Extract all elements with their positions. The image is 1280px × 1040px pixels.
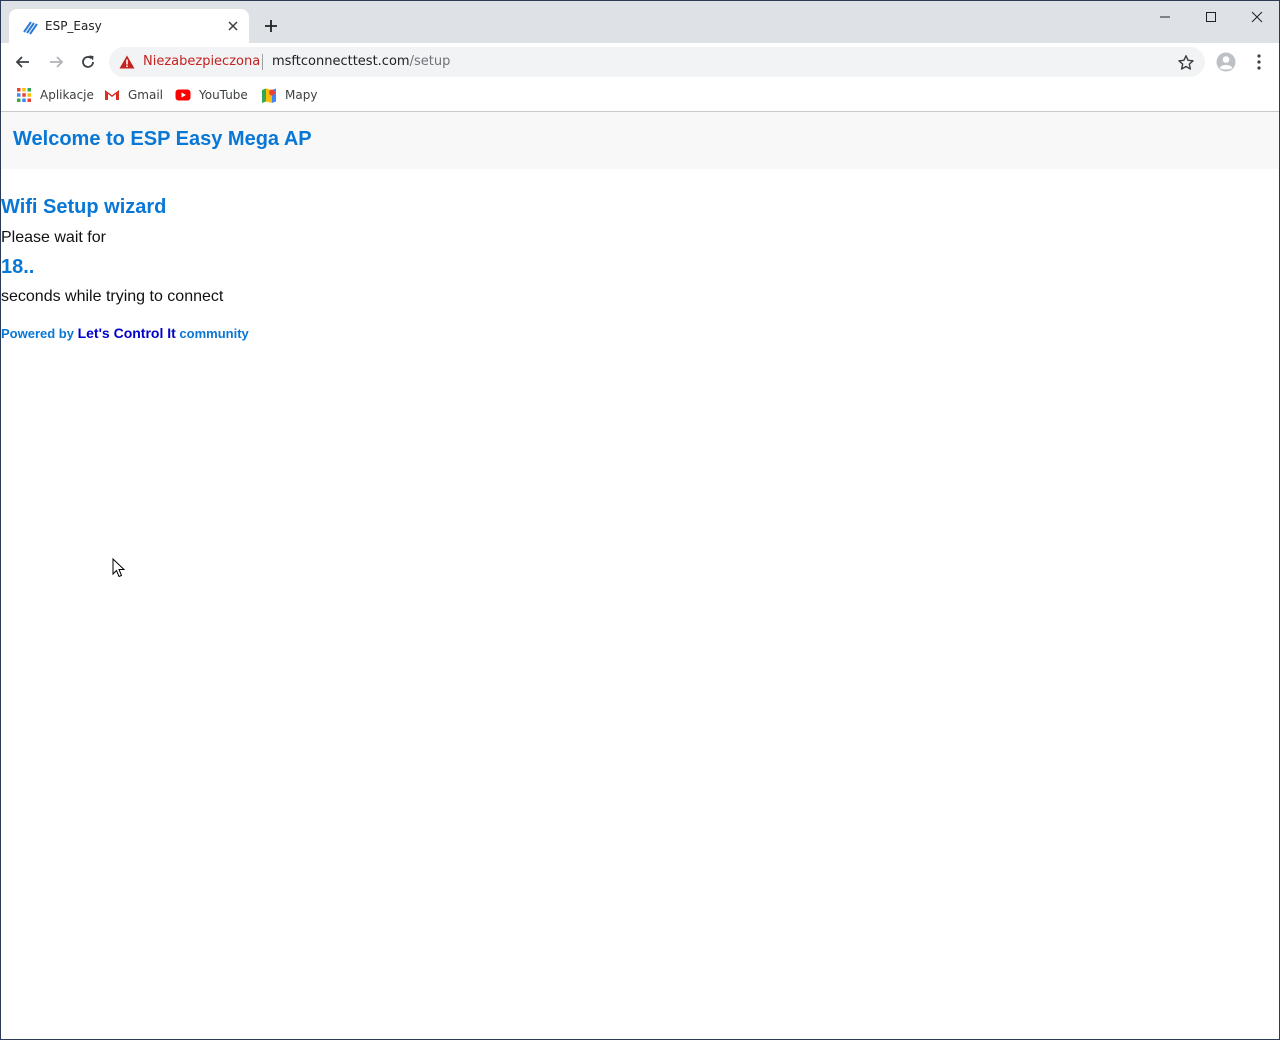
minimize-icon[interactable]	[1157, 9, 1173, 25]
forward-icon[interactable]	[47, 53, 65, 71]
maximize-icon[interactable]	[1203, 9, 1219, 25]
bookmark-label: YouTube	[199, 88, 248, 102]
url-path: /setup	[409, 54, 451, 69]
countdown: 18..	[1, 256, 35, 278]
bookmark-label: Gmail	[128, 88, 164, 102]
address-separator	[262, 54, 263, 70]
tab-strip: ESP_Easy	[1, 1, 1279, 43]
new-tab-icon[interactable]	[263, 18, 279, 34]
footer-suffix: community	[175, 326, 249, 341]
back-icon[interactable]	[14, 53, 32, 71]
profile-avatar-icon[interactable]	[1216, 52, 1236, 72]
tab-title: ESP_Easy	[45, 19, 102, 33]
bookmark-youtube[interactable]: YouTube	[175, 85, 248, 105]
tab-esp-easy[interactable]: ESP_Easy	[9, 9, 249, 43]
esp-easy-favicon-icon	[23, 21, 38, 35]
wizard-title: Wifi Setup wizard	[1, 196, 167, 218]
more-menu-icon[interactable]	[1251, 53, 1267, 71]
reload-icon[interactable]	[79, 53, 97, 71]
lets-control-it-link[interactable]: Let's Control It	[78, 325, 176, 341]
bookmarks-bar: Aplikacje Gmail YouTube Mapy	[1, 79, 1279, 112]
bookmark-label: Mapy	[285, 88, 318, 102]
bookmark-gmail[interactable]: Gmail	[104, 85, 163, 105]
address-bar[interactable]: Niezabezpieczona msftconnecttest.com/set…	[109, 47, 1205, 77]
bookmark-maps[interactable]: Mapy	[261, 85, 317, 105]
page-title: Welcome to ESP Easy Mega AP	[13, 128, 312, 150]
apps-grid-icon	[17, 88, 31, 102]
bookmark-label: Aplikacje	[40, 88, 94, 102]
page-content: Welcome to ESP Easy Mega AP Wifi Setup w…	[1, 112, 1279, 1039]
maps-icon	[262, 88, 276, 103]
warning-icon[interactable]	[119, 55, 135, 69]
url-text[interactable]: msftconnecttest.com/setup	[272, 54, 450, 69]
footer-prefix: Powered by	[1, 326, 78, 341]
security-status[interactable]: Niezabezpieczona	[143, 54, 260, 69]
mouse-cursor-icon	[112, 558, 126, 578]
bookmark-apps[interactable]: Aplikacje	[16, 85, 94, 105]
bookmark-star-icon[interactable]	[1177, 54, 1195, 72]
page-header: Welcome to ESP Easy Mega AP	[1, 112, 1279, 169]
footer: Powered by Let's Control It community	[1, 325, 249, 341]
youtube-icon	[175, 89, 191, 101]
toolbar: Niezabezpieczona msftconnecttest.com/set…	[1, 43, 1279, 79]
gmail-icon	[105, 90, 119, 100]
close-tab-icon[interactable]	[225, 18, 241, 34]
close-window-icon[interactable]	[1249, 9, 1265, 25]
browser-window: ESP_Easy Niezabezpieczona msftconnecttes…	[0, 0, 1280, 1040]
seconds-text: seconds while trying to connect	[1, 288, 224, 305]
url-host: msftconnecttest.com	[272, 54, 410, 69]
wait-text: Please wait for	[1, 229, 106, 246]
